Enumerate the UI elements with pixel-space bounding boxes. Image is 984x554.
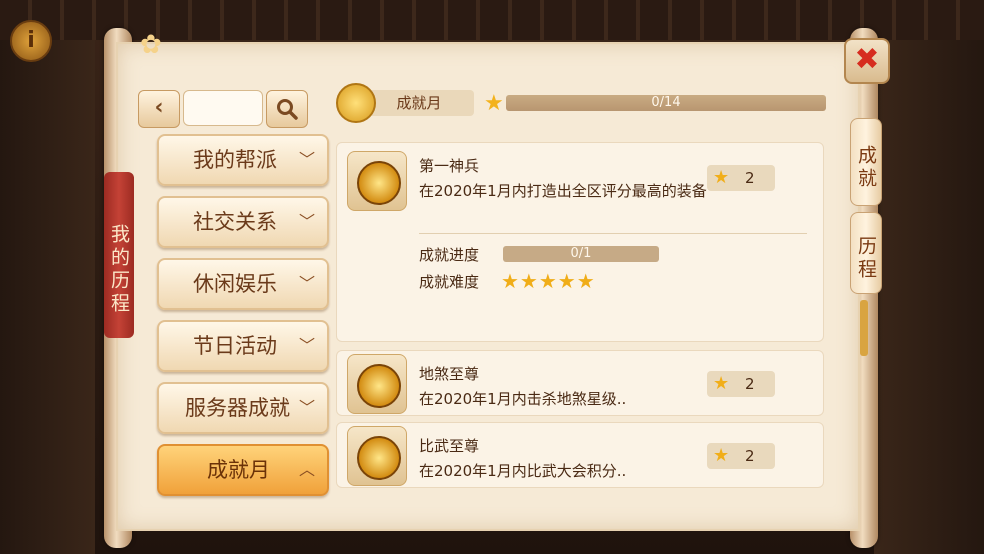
star-icon: ★ xyxy=(484,91,504,116)
flower-decoration-icon: ✿ xyxy=(140,30,162,60)
chevron-down-icon: ﹀ xyxy=(298,212,315,231)
section-title: 成就月 xyxy=(364,90,474,116)
background-shelf-right xyxy=(874,40,984,554)
star-icon: ★ xyxy=(713,373,730,394)
info-icon[interactable]: i xyxy=(10,20,52,62)
star-icon: ★ xyxy=(713,167,730,188)
category-social[interactable]: 社交关系 ﹀ xyxy=(157,196,329,248)
achievement-title: 第一神兵 xyxy=(419,157,480,175)
search-input[interactable] xyxy=(183,90,263,126)
category-my-guild[interactable]: 我的帮派 ﹀ xyxy=(157,134,329,186)
reward-badge: ★ 2 xyxy=(707,443,775,469)
difficulty-stars: ★★★★★ xyxy=(501,269,596,293)
achievement-card[interactable]: 第一神兵 在2020年1月内打造出全区评分最高的装备 ★ 2 成就进度 0/1 … xyxy=(336,142,824,342)
total-progress-bar: 0/14 xyxy=(506,95,826,111)
difficulty-label: 成就难度 xyxy=(419,273,480,291)
category-leisure[interactable]: 休闲娱乐 ﹀ xyxy=(157,258,329,310)
achievement-desc: 在2020年1月内比武大会积分.. xyxy=(419,462,627,480)
category-achievement-month[interactable]: 成就月 ︿ xyxy=(157,444,329,496)
category-label: 服务器成就 xyxy=(185,396,290,420)
category-label: 我的帮派 xyxy=(193,148,277,172)
category-label: 成就月 xyxy=(207,458,270,482)
total-progress-text: 0/14 xyxy=(651,95,681,110)
search-icon xyxy=(277,99,298,120)
achievement-progress-bar: 0/1 xyxy=(503,246,659,262)
chevron-down-icon: ﹀ xyxy=(298,150,315,169)
tab-achievements[interactable]: 成就 xyxy=(850,118,882,206)
medal-icon xyxy=(347,354,407,414)
achievement-title: 比武至尊 xyxy=(419,437,480,455)
chevron-down-icon: ﹀ xyxy=(298,336,315,355)
category-label: 节日活动 xyxy=(193,334,277,358)
chevron-up-icon: ︿ xyxy=(298,460,315,479)
reward-badge: ★ 2 xyxy=(707,371,775,397)
achievement-desc: 在2020年1月内击杀地煞星级.. xyxy=(419,390,627,408)
category-label: 社交关系 xyxy=(193,210,277,234)
reward-badge: ★ 2 xyxy=(707,165,775,191)
medal-icon xyxy=(347,151,407,211)
achievement-card[interactable]: 比武至尊 在2020年1月内比武大会积分.. ★ 2 xyxy=(336,422,824,488)
progress-label: 成就进度 xyxy=(419,246,480,264)
background-shelf-left xyxy=(0,40,95,554)
category-festival[interactable]: 节日活动 ﹀ xyxy=(157,320,329,372)
my-history-banner: 我的历程 xyxy=(104,172,134,338)
medal-icon xyxy=(347,426,407,486)
star-icon: ★ xyxy=(713,445,730,466)
divider xyxy=(419,233,807,234)
achievement-progress-text: 0/1 xyxy=(570,246,592,261)
tassel-decoration xyxy=(860,300,868,356)
mascot-icon xyxy=(336,83,376,123)
achievement-desc: 在2020年1月内打造出全区评分最高的装备 xyxy=(419,182,707,200)
category-label: 休闲娱乐 xyxy=(193,272,277,296)
reward-count: 2 xyxy=(745,169,755,187)
achievement-card[interactable]: 地煞至尊 在2020年1月内击杀地煞星级.. ★ 2 xyxy=(336,350,824,416)
achievement-list[interactable]: 第一神兵 在2020年1月内打造出全区评分最高的装备 ★ 2 成就进度 0/1 … xyxy=(336,138,828,500)
chevron-down-icon: ﹀ xyxy=(298,398,315,417)
reward-count: 2 xyxy=(745,375,755,393)
tab-history[interactable]: 历程 xyxy=(850,212,882,294)
back-button[interactable]: ‹ xyxy=(138,90,180,128)
search-button[interactable] xyxy=(266,90,308,128)
category-server-achievement[interactable]: 服务器成就 ﹀ xyxy=(157,382,329,434)
reward-count: 2 xyxy=(745,447,755,465)
chevron-down-icon: ﹀ xyxy=(298,274,315,293)
achievement-title: 地煞至尊 xyxy=(419,365,480,383)
close-button[interactable]: ✖ xyxy=(844,38,890,84)
close-icon: ✖ xyxy=(854,42,880,77)
